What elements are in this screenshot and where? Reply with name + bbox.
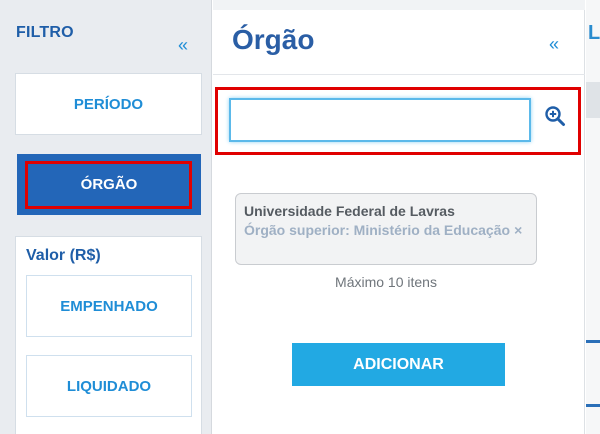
filter-orgao-button[interactable]: ÓRGÃO: [17, 154, 201, 215]
orgao-name: Universidade Federal de Lavras: [244, 203, 455, 219]
right-panel-divider: [586, 340, 600, 343]
filter-title: FILTRO: [16, 24, 74, 41]
orgao-panel: Órgão « Universidade Federal de Lavras Ó…: [213, 0, 585, 434]
selected-orgao-chip: Universidade Federal de Lavras Órgão sup…: [235, 193, 537, 265]
collapse-orgao-icon[interactable]: «: [549, 35, 559, 53]
right-panel-divider: [586, 404, 600, 407]
header-divider: [213, 74, 585, 75]
right-panel-edge: L: [586, 0, 600, 434]
liquidado-button[interactable]: LIQUIDADO: [26, 355, 192, 417]
panel-top-strip: [213, 0, 585, 10]
collapse-filter-icon[interactable]: «: [178, 36, 188, 54]
remove-orgao-icon[interactable]: ×: [514, 222, 522, 238]
empenhado-button[interactable]: EMPENHADO: [26, 275, 192, 337]
zoom-in-icon[interactable]: [544, 105, 566, 127]
filter-periodo-label: PERÍODO: [73, 95, 144, 113]
right-panel-title-fragment: L: [588, 22, 600, 44]
valor-title: Valor (R$): [26, 247, 101, 264]
orgao-superior: Órgão superior: Ministério da Educação: [244, 222, 511, 238]
add-button[interactable]: ADICIONAR: [292, 343, 505, 386]
filter-panel: FILTRO « PERÍODO ÓRGÃO Valor (R$) EMPENH…: [0, 0, 212, 434]
max-items-note: Máximo 10 itens: [335, 274, 437, 290]
empenhado-label: EMPENHADO: [60, 297, 158, 315]
orgao-panel-title: Órgão: [232, 24, 315, 55]
right-panel-row: [586, 82, 600, 118]
filter-periodo-button[interactable]: PERÍODO: [15, 73, 202, 135]
orgao-search-input[interactable]: [229, 98, 531, 142]
valor-section: Valor (R$) EMPENHADO LIQUIDADO: [15, 236, 202, 434]
filter-orgao-label: ÓRGÃO: [80, 176, 138, 193]
liquidado-label: LIQUIDADO: [66, 377, 152, 395]
